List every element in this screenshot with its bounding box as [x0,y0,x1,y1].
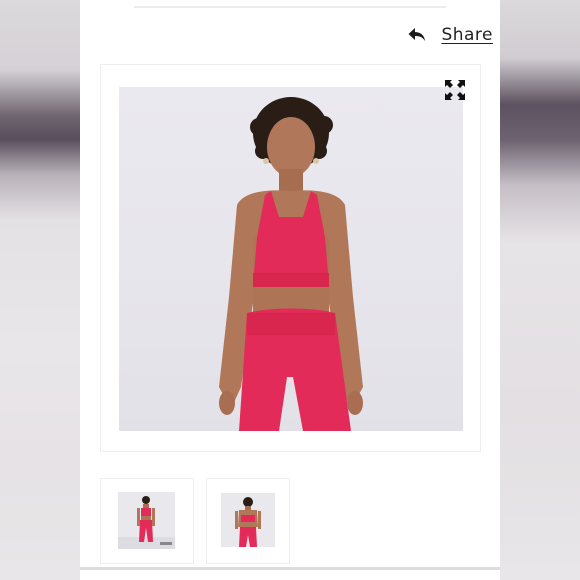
share-label[interactable]: Share [441,25,493,45]
blurred-left-backdrop [0,0,80,580]
thumbnail-back[interactable] [206,478,290,564]
thumbnail-back-image [221,493,275,547]
blurred-right-backdrop [500,0,580,580]
share-button[interactable]: Share [407,24,493,46]
product-panel: Share [80,0,500,580]
bottom-divider [80,567,500,570]
thumbnail-front[interactable] [100,478,194,564]
top-divider [134,6,446,8]
main-image-frame [100,64,481,452]
main-product-image[interactable] [119,87,463,431]
model-illustration [219,97,363,431]
expand-icon[interactable] [444,79,466,101]
reply-arrow-icon [408,28,426,41]
thumbnail-front-image [118,492,175,549]
